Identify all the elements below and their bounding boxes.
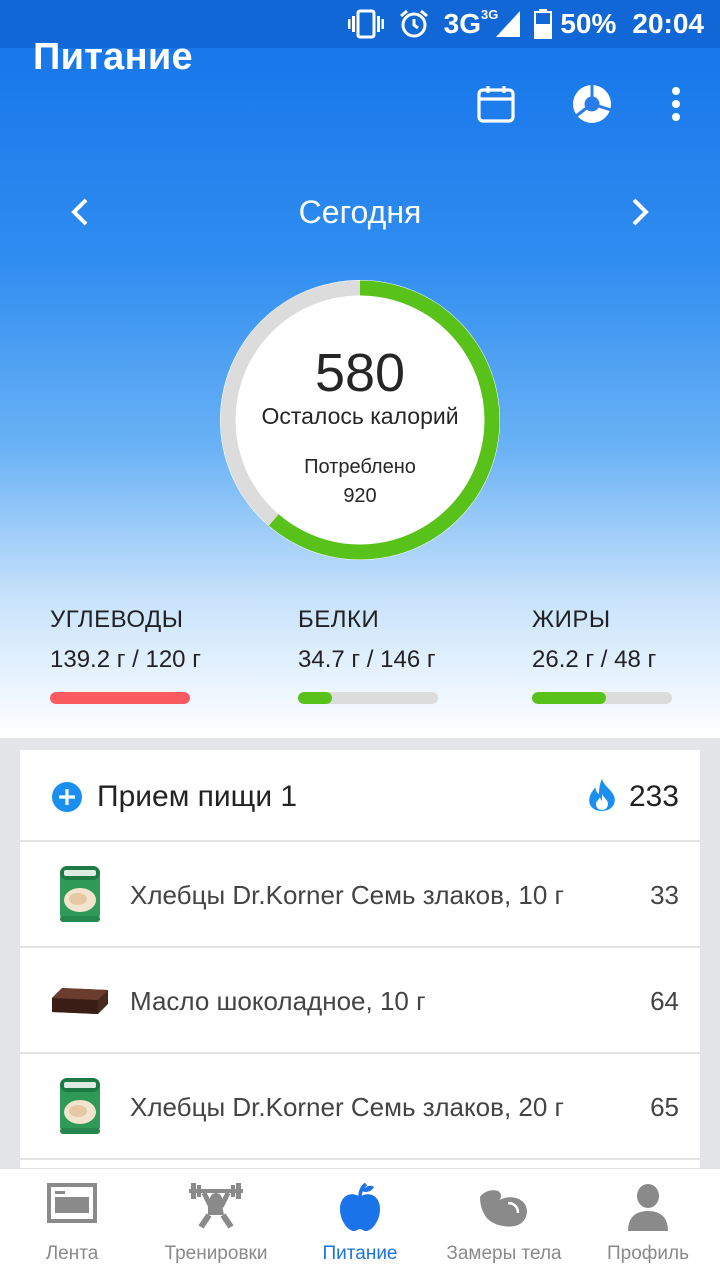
meal-card: Прием пищи 1 233 Хлебцы Dr.Korner Семь з… xyxy=(20,750,700,1170)
food-name: Хлебцы Dr.Korner Семь злаков, 10 г xyxy=(130,880,565,910)
macro-protein: БЕЛКИ 34.7 г / 146 г xyxy=(298,606,438,704)
food-row[interactable]: Хлебцы Dr.Korner Семь злаков, 20 г 65 xyxy=(20,1054,700,1160)
crispbread-pack-icon xyxy=(48,862,112,926)
food-row[interactable]: Масло шоколадное, 10 г 64 xyxy=(20,948,700,1054)
meal-total-calories: 233 xyxy=(628,780,679,813)
battery-icon xyxy=(534,9,553,39)
nav-item-feed[interactable]: Лента xyxy=(0,1169,144,1280)
calorie-ring-center: 580 Осталось калорий Потреблено 920 xyxy=(220,280,500,560)
calories-remaining-value: 580 xyxy=(314,343,406,403)
macro-progress-fill xyxy=(298,692,332,704)
macro-value: 34.7 г / 146 г xyxy=(298,646,436,673)
macro-progress-track xyxy=(532,692,672,704)
date-navigator: Сегодня xyxy=(0,180,720,244)
calories-remaining-label: Осталось калорий xyxy=(261,403,459,429)
food-row[interactable]: Хлебцы Dr.Korner Семь злаков, 10 г 33 xyxy=(20,842,700,948)
apple-icon xyxy=(288,1183,432,1235)
food-calories: 64 xyxy=(650,986,679,1016)
meal-title: Прием пищи 1 xyxy=(97,780,298,813)
macro-value: 26.2 г / 48 г xyxy=(532,646,657,673)
nav-item-workouts[interactable]: Тренировки xyxy=(144,1169,288,1280)
meal-header[interactable]: Прием пищи 1 233 xyxy=(20,750,700,842)
macro-progress-fill xyxy=(532,692,607,704)
calendar-icon[interactable] xyxy=(474,82,518,126)
bicep-icon xyxy=(432,1183,576,1235)
macro-carbs: УГЛЕВОДЫ 139.2 г / 120 г xyxy=(50,606,201,704)
calories-consumed-value: 920 xyxy=(343,485,377,507)
macro-name: БЕЛКИ xyxy=(298,606,380,633)
crispbread-pack-icon xyxy=(48,1074,112,1138)
page-title: Питание xyxy=(33,36,193,78)
alarm-icon xyxy=(398,8,430,40)
feed-icon xyxy=(0,1183,144,1235)
nav-item-body-measurements[interactable]: Замеры тела xyxy=(432,1169,576,1280)
workout-icon xyxy=(144,1183,288,1235)
date-label[interactable]: Сегодня xyxy=(0,194,720,231)
flame-icon xyxy=(587,778,617,817)
nav-label: Тренировки xyxy=(164,1243,268,1264)
nav-label: Замеры тела xyxy=(446,1243,562,1264)
network-type-sup: 3G xyxy=(480,6,499,22)
food-name: Масло шоколадное, 10 г xyxy=(130,986,426,1016)
vibrate-icon xyxy=(347,9,384,39)
network-type: 3G xyxy=(443,8,481,39)
macro-progress-track xyxy=(50,692,190,704)
calorie-ring[interactable]: 580 Осталось калорий Потреблено 920 xyxy=(220,280,500,560)
macro-progress-fill xyxy=(50,692,190,704)
more-vert-icon[interactable] xyxy=(662,82,690,126)
nav-label: Лента xyxy=(45,1243,99,1264)
nav-item-nutrition[interactable]: Питание xyxy=(288,1169,432,1280)
nav-label: Питание xyxy=(322,1243,398,1264)
food-calories: 33 xyxy=(650,880,679,910)
network-indicator: 3G 3G xyxy=(443,6,521,40)
chocolate-butter-icon xyxy=(48,968,112,1032)
food-name: Хлебцы Dr.Korner Семь злаков, 20 г xyxy=(130,1092,565,1122)
chevron-right-icon[interactable] xyxy=(622,190,658,234)
battery-percent: 50% xyxy=(560,8,617,39)
profile-icon xyxy=(576,1183,720,1235)
macro-name: УГЛЕВОДЫ xyxy=(50,606,184,633)
macro-value: 139.2 г / 120 г xyxy=(50,646,201,673)
add-food-icon[interactable] xyxy=(52,782,82,817)
macro-fat: ЖИРЫ 26.2 г / 48 г xyxy=(532,606,672,704)
clock: 20:04 xyxy=(632,8,704,39)
nav-item-profile[interactable]: Профиль xyxy=(576,1169,720,1280)
food-calories: 65 xyxy=(650,1092,679,1122)
bottom-navigation: Лента Тренировки Питание Замеры тела Про… xyxy=(0,1168,720,1280)
macro-progress-track xyxy=(298,692,438,704)
macro-name: ЖИРЫ xyxy=(532,606,611,633)
signal-icon xyxy=(496,11,521,37)
nav-label: Профиль xyxy=(606,1243,690,1264)
calories-consumed-label: Потреблено xyxy=(304,456,416,478)
pie-chart-icon[interactable] xyxy=(570,82,614,126)
